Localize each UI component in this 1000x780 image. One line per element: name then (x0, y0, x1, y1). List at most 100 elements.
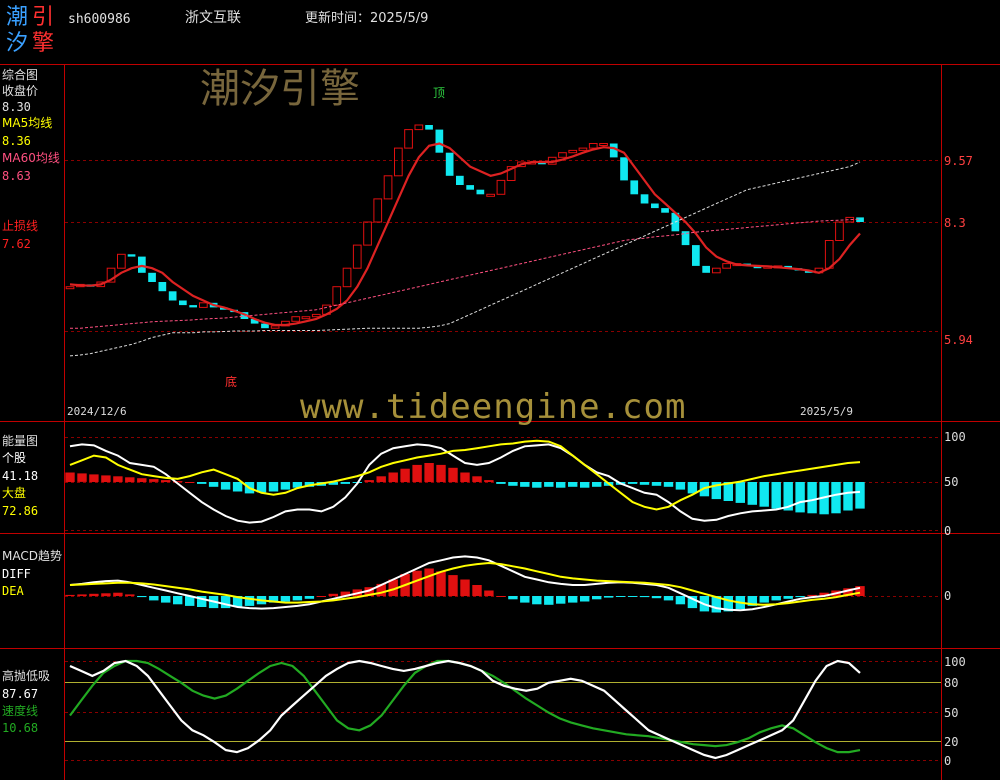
stock-chart-screen: 潮汐引擎 顶 底 www.tideengine.com 2024/12/6 20… (0, 0, 1000, 780)
speed-line-label: 速度线 (2, 704, 39, 718)
energy-bar (807, 482, 817, 514)
macd-bar (328, 593, 338, 596)
energy-tick-label: 0 (944, 524, 951, 538)
macd-bar (556, 596, 566, 604)
market-energy-label: 大盘 (2, 486, 27, 500)
energy-bar (101, 475, 111, 482)
macd-bar (173, 596, 183, 605)
energy-bar (376, 476, 386, 482)
candle (138, 256, 146, 273)
energy-tick-label: 50 (944, 475, 958, 489)
energy-bar (855, 482, 865, 509)
hilo-tick-label: 100 (944, 655, 966, 669)
energy-bar (232, 482, 243, 492)
macd-bar (77, 594, 87, 596)
main-tick-label: 9.57 (944, 154, 973, 168)
macd-bar (520, 596, 530, 603)
energy-bar (651, 482, 662, 486)
candle (651, 203, 659, 209)
macd-bar (508, 596, 518, 600)
stop-loss-label: 止损线 (2, 219, 39, 233)
logo: 潮 引 汐 擎 (4, 6, 60, 58)
energy-bar (89, 474, 99, 482)
stock-energy-label: 个股 (2, 451, 27, 465)
macd-bar (149, 596, 159, 601)
macd-bar (280, 596, 291, 602)
macd-bar (436, 571, 446, 597)
energy-bar (280, 482, 291, 490)
macd-bar (101, 593, 111, 597)
stop-loss-value: 7.62 (2, 237, 31, 251)
hilo-tick-label: 20 (944, 735, 958, 749)
bottom-marker: 底 (225, 374, 237, 389)
macd-bar (161, 596, 171, 603)
macd-bar (603, 596, 614, 598)
energy-bar (544, 482, 554, 487)
candle (445, 152, 454, 176)
update-time: 更新时间：2025/5/9 (305, 11, 429, 26)
macd-bar (424, 568, 434, 596)
stock-code: sh600986 (68, 12, 131, 27)
candle (620, 157, 628, 181)
macd-bar (568, 596, 578, 603)
macd-bar (125, 594, 135, 596)
energy-bar (77, 473, 87, 482)
energy-bar (161, 480, 171, 482)
macd-bar (448, 575, 458, 596)
energy-bar (627, 482, 638, 484)
macd-bar (580, 596, 590, 602)
energy-bar (197, 482, 207, 484)
candle (158, 282, 167, 292)
macd-bar (137, 596, 147, 598)
diff-label: DIFF (2, 567, 31, 581)
macd-bar (89, 593, 99, 596)
energy-bar (208, 482, 219, 487)
candle (435, 129, 444, 153)
energy-bar (149, 479, 159, 482)
market-energy-value: 72.86 (2, 504, 39, 518)
close-value: 8.30 (2, 100, 31, 114)
energy-bar (771, 482, 781, 509)
candle (179, 300, 187, 306)
hilo-tick-label: 80 (944, 676, 958, 690)
candle (476, 189, 485, 195)
macd-bar (532, 596, 542, 605)
macd-bar (412, 570, 422, 596)
hilo-value: 87.67 (2, 687, 39, 701)
candle (640, 194, 649, 204)
macd-bar (663, 596, 674, 601)
macd-bar (472, 585, 482, 596)
macd-bar (651, 596, 662, 599)
logo-char: 擎 (32, 31, 55, 56)
ma5-label: MA5均线 (2, 116, 53, 130)
energy-bar (520, 482, 530, 487)
energy-bar (735, 482, 745, 503)
macd-bar (759, 596, 769, 603)
energy-bar (268, 482, 279, 492)
energy-bar (532, 482, 542, 488)
energy-bar (843, 482, 853, 511)
energy-bar (568, 482, 578, 487)
ma60-label: MA60均线 (2, 151, 60, 165)
macd-bar (783, 596, 793, 599)
macd-bar (113, 592, 123, 596)
energy-bar (831, 482, 841, 514)
macd-bar (544, 596, 554, 605)
energy-bar (663, 482, 674, 487)
start-date-label: 2024/12/6 (67, 405, 127, 418)
hilo-panel-title: 高抛低吸 (2, 669, 51, 683)
macd-bar (795, 596, 805, 598)
energy-bar (759, 482, 769, 507)
macd-bar (484, 590, 494, 596)
candle (692, 245, 700, 266)
energy-bar (113, 476, 123, 482)
energy-bar (675, 482, 686, 490)
energy-bar (496, 482, 506, 484)
logo-char: 引 (32, 5, 55, 30)
macd-bar (220, 596, 231, 609)
speed-line-value: 10.68 (2, 721, 39, 735)
energy-bar (125, 477, 135, 483)
candle (168, 291, 177, 301)
macd-bar (316, 596, 326, 597)
logo-char: 汐 (6, 31, 29, 56)
